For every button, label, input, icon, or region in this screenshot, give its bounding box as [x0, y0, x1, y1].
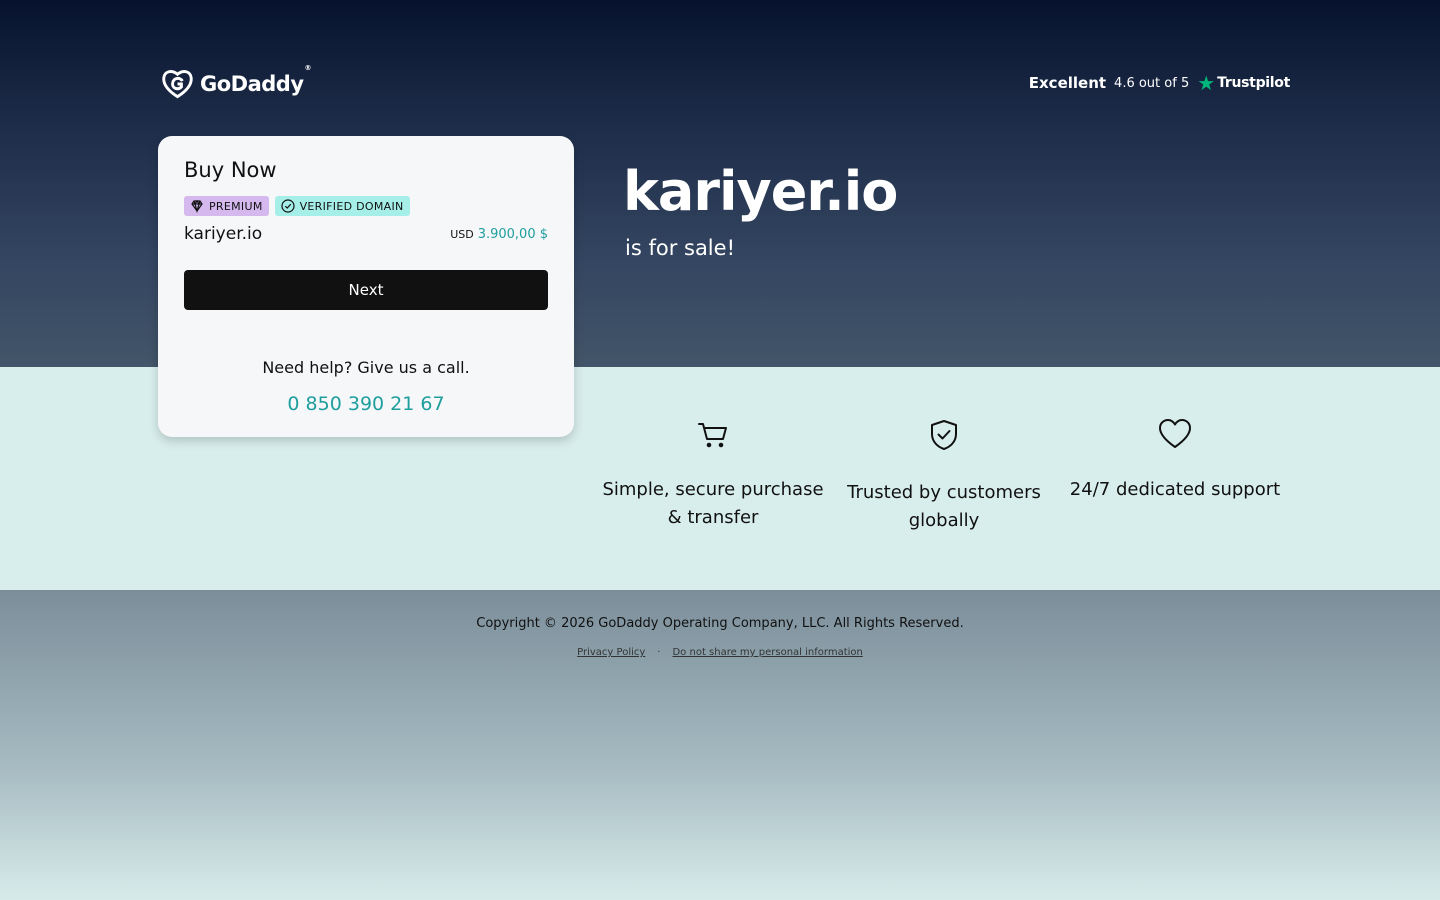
- godaddy-logo[interactable]: GoDaddy®: [161, 64, 312, 101]
- price-value: 3.900,00 $: [477, 226, 548, 242]
- feature-trusted: Trusted by customers globally: [829, 418, 1059, 535]
- for-sale-subhead: is for sale!: [625, 236, 735, 260]
- copyright-text: Copyright © 2026 GoDaddy Operating Compa…: [476, 616, 964, 631]
- help-text: Need help? Give us a call.: [262, 358, 470, 377]
- do-not-share-link[interactable]: Do not share my personal information: [672, 647, 862, 658]
- domain-price-row: kariyer.io USD 3.900,00 $: [184, 224, 548, 244]
- premium-badge-label: PREMIUM: [209, 199, 263, 213]
- footer-section: [0, 590, 1440, 900]
- verified-domain-badge: VERIFIED DOMAIN: [274, 196, 410, 216]
- trustpilot-name: Trustpilot: [1217, 75, 1290, 91]
- rating-score: 4.6 out of 5: [1114, 75, 1190, 91]
- feature-text: Trusted by customers globally: [847, 482, 1041, 531]
- next-button[interactable]: Next: [184, 270, 548, 310]
- rating-label: Excellent: [1028, 74, 1107, 92]
- heart-icon: [1159, 419, 1191, 448]
- shield-check-icon: [931, 420, 957, 450]
- card-domain-name: kariyer.io: [184, 224, 263, 244]
- trustpilot-star-icon: ★: [1197, 71, 1216, 95]
- badge-row: PREMIUM VERIFIED DOMAIN: [184, 196, 410, 216]
- card-title: Buy Now: [184, 158, 277, 182]
- privacy-policy-link[interactable]: Privacy Policy: [577, 647, 645, 658]
- godaddy-heart-logo-icon: [162, 70, 193, 99]
- buy-now-card: Buy Now PREMIUM VERIFIED DOMAIN kariyer.…: [158, 136, 574, 437]
- feature-support: 24/7 dedicated support: [1060, 418, 1290, 504]
- trustpilot-rating[interactable]: Excellent 4.6 out of 5 ★ Trustpilot: [1028, 71, 1291, 95]
- price-currency: USD: [450, 227, 474, 241]
- feature-text: 24/7 dedicated support: [1069, 479, 1281, 500]
- phone-link[interactable]: 0 850 390 21 67: [158, 393, 574, 415]
- diamond-icon: [191, 199, 203, 213]
- feature-secure-transfer: Simple, secure purchase & transfer: [598, 418, 828, 532]
- link-separator: ·: [657, 647, 661, 658]
- footer-links: Privacy Policy · Do not share my persona…: [0, 647, 1440, 658]
- premium-badge: PREMIUM: [184, 196, 269, 216]
- logo-text: GoDaddy®: [200, 64, 312, 96]
- check-circle-icon: [281, 199, 295, 213]
- cart-icon: [698, 423, 727, 448]
- feature-text: Simple, secure purchase & transfer: [602, 479, 824, 528]
- verified-badge-label: VERIFIED DOMAIN: [299, 199, 404, 213]
- domain-headline: kariyer.io: [623, 160, 898, 223]
- price: USD 3.900,00 $: [450, 227, 548, 242]
